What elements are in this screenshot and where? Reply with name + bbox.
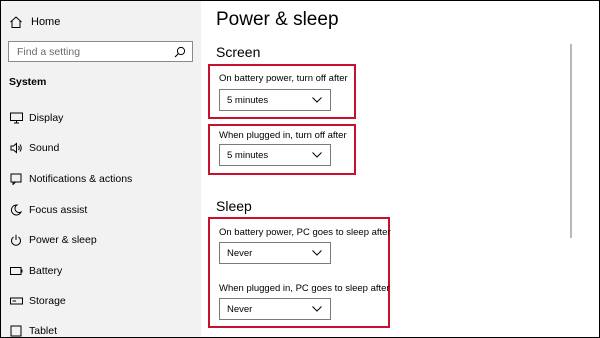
sleep-plugged-dropdown[interactable]: Never	[219, 298, 331, 320]
home-link[interactable]: Home	[9, 13, 60, 31]
power-icon	[9, 233, 23, 247]
sidebar-item-storage[interactable]: Storage	[9, 293, 66, 309]
sidebar-item-label: Storage	[29, 295, 66, 307]
notification-icon	[9, 172, 23, 186]
sidebar-item-notifications[interactable]: Notifications & actions	[9, 171, 132, 187]
chevron-down-icon	[312, 306, 322, 312]
tablet-icon	[9, 324, 23, 337]
speaker-icon	[9, 141, 23, 155]
screen-plugged-label: When plugged in, turn off after	[219, 130, 347, 141]
main-content: Power & sleep Screen On battery power, t…	[201, 1, 599, 337]
sidebar: Home System Display Sound Notifica	[1, 1, 201, 337]
sidebar-item-label: Power & sleep	[29, 234, 97, 246]
sidebar-item-label: Tablet	[29, 325, 58, 337]
dropdown-value: Never	[227, 303, 253, 315]
page-title: Power & sleep	[216, 9, 339, 30]
sidebar-item-sound[interactable]: Sound	[9, 140, 59, 156]
scrollbar[interactable]	[570, 44, 572, 238]
chevron-down-icon	[312, 97, 322, 103]
screen-battery-dropdown[interactable]: 5 minutes	[219, 89, 331, 111]
section-title: System	[9, 76, 47, 88]
sidebar-item-label: Focus assist	[29, 204, 88, 216]
chevron-down-icon	[312, 250, 322, 256]
sidebar-item-power-sleep[interactable]: Power & sleep	[9, 232, 97, 248]
screen-battery-label: On battery power, turn off after	[219, 73, 348, 84]
storage-icon	[9, 294, 23, 308]
sidebar-item-label: Sound	[29, 142, 60, 154]
sleep-plugged-label: When plugged in, PC goes to sleep after	[219, 283, 390, 294]
search-icon[interactable]	[174, 46, 186, 58]
screen-plugged-dropdown[interactable]: 5 minutes	[219, 144, 331, 166]
settings-window: Home System Display Sound Notifica	[0, 0, 600, 338]
battery-icon	[9, 264, 23, 278]
sidebar-item-battery[interactable]: Battery	[9, 263, 62, 279]
home-icon	[9, 15, 25, 29]
sleep-section-title: Sleep	[216, 198, 252, 214]
search-box[interactable]	[8, 41, 193, 62]
sidebar-item-display[interactable]: Display	[9, 110, 63, 126]
sidebar-item-focus-assist[interactable]: Focus assist	[9, 202, 87, 218]
sidebar-item-label: Display	[29, 112, 64, 124]
home-label: Home	[31, 16, 61, 28]
sidebar-item-tablet[interactable]: Tablet	[9, 323, 58, 337]
search-input[interactable]	[17, 45, 174, 58]
screen-section-title: Screen	[216, 44, 261, 60]
sleep-battery-dropdown[interactable]: Never	[219, 242, 331, 264]
dropdown-value: 5 minutes	[227, 94, 269, 106]
chevron-down-icon	[312, 152, 322, 158]
moon-icon	[9, 203, 23, 217]
display-icon	[9, 111, 23, 125]
sidebar-item-label: Notifications & actions	[29, 173, 133, 185]
dropdown-value: 5 minutes	[227, 149, 269, 161]
dropdown-value: Never	[227, 247, 253, 259]
sidebar-item-label: Battery	[29, 265, 63, 277]
sleep-battery-label: On battery power, PC goes to sleep after	[219, 227, 391, 238]
